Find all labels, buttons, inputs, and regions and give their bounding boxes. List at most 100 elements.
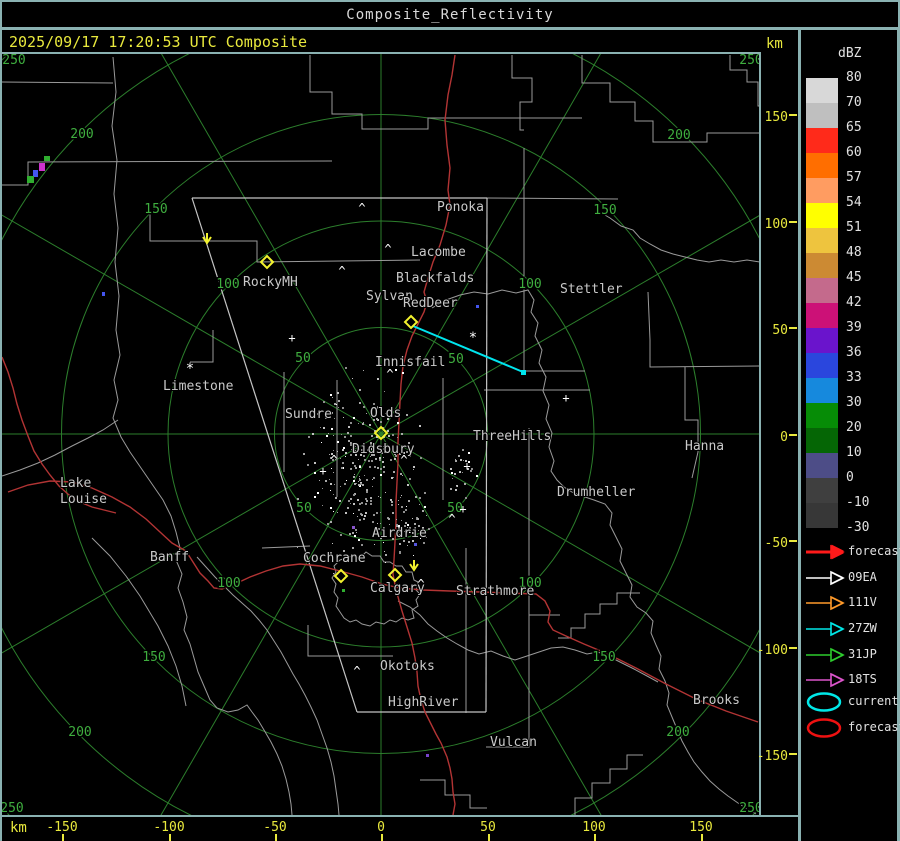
colorbar-block xyxy=(806,428,838,453)
reflectivity-speckle xyxy=(451,472,453,474)
reflectivity-speckle xyxy=(402,475,403,476)
bottom-axis-label: -100 xyxy=(153,820,185,835)
reflectivity-speckle xyxy=(419,504,420,505)
reflectivity-speckle xyxy=(471,468,473,470)
right-axis-label: 100 xyxy=(764,217,788,232)
reflectivity-speckle xyxy=(401,520,402,521)
reflectivity-speckle xyxy=(307,464,309,466)
reflectivity-speckle xyxy=(345,456,346,457)
reflectivity-speckle xyxy=(428,528,430,530)
reflectivity-speckle xyxy=(361,544,363,546)
range-ring-label: 250 xyxy=(739,801,759,815)
reflectivity-speckle xyxy=(358,481,359,482)
sidebar: dBZ 80 70 65 60 57 54 51 48 45 42 39 36 33 30 20 10 0 -10… xyxy=(801,30,900,841)
reflectivity-speckle xyxy=(359,478,360,479)
right-axis-label: 150 xyxy=(764,110,788,125)
reflectivity-speckle xyxy=(380,512,381,513)
reflectivity-speckle xyxy=(396,519,397,520)
reflectivity-speckle xyxy=(350,503,351,504)
city-label-threehills: ThreeHills xyxy=(473,429,551,444)
reflectivity-speckle xyxy=(402,372,404,374)
colorbar-block xyxy=(806,378,838,403)
colorbar-label: 57 xyxy=(846,170,862,185)
reflectivity-speckle xyxy=(348,426,350,428)
colorbar-block xyxy=(806,78,838,103)
reflectivity-speckle xyxy=(350,435,352,437)
legend-item-current[interactable]: current xyxy=(801,691,899,713)
legend-item-18TS[interactable]: 18TS xyxy=(801,669,897,691)
reflectivity-speckle xyxy=(415,496,417,498)
colorbar-block xyxy=(806,453,838,478)
right-axis-tick xyxy=(789,647,797,649)
reflectivity-speckle xyxy=(458,455,460,457)
reflectivity-speckle xyxy=(319,480,320,481)
reflectivity-echo xyxy=(414,543,417,546)
caret-marker: ^ xyxy=(417,577,424,591)
reflectivity-speckle xyxy=(408,500,410,502)
reflectivity-speckle xyxy=(419,497,421,499)
reflectivity-echo xyxy=(39,163,45,171)
title-bar[interactable]: Composite_Reflectivity xyxy=(2,2,898,27)
reflectivity-speckle xyxy=(384,551,385,552)
reflectivity-speckle xyxy=(388,518,390,520)
reflectivity-speckle xyxy=(333,573,334,574)
bottom-axis-tick xyxy=(62,834,64,841)
reflectivity-speckle xyxy=(333,511,334,512)
reflectivity-speckle xyxy=(420,457,422,459)
reflectivity-speckle xyxy=(327,523,329,525)
reflectivity-speckle xyxy=(349,533,351,535)
legend-item-31JP[interactable]: 31JP xyxy=(801,644,897,666)
legend-item-111V[interactable]: 111V xyxy=(801,592,897,614)
reflectivity-speckle xyxy=(424,492,426,494)
colorbar-block xyxy=(806,403,838,428)
reflectivity-speckle xyxy=(335,497,337,499)
reflectivity-speckle xyxy=(385,562,386,563)
reflectivity-speckle xyxy=(380,421,382,423)
reflectivity-speckle xyxy=(346,480,347,481)
legend-item-09EA[interactable]: 09EA xyxy=(801,567,897,589)
reflectivity-speckle xyxy=(342,449,344,451)
city-label-stettler: Stettler xyxy=(560,282,623,297)
legend-glyph xyxy=(806,544,845,560)
right-axis-label: -100 xyxy=(756,643,788,658)
reflectivity-speckle xyxy=(450,468,452,470)
reflectivity-speckle xyxy=(347,507,349,509)
colorbar-label: 30 xyxy=(846,395,862,410)
reflectivity-speckle xyxy=(383,466,385,468)
reflectivity-speckle xyxy=(345,452,347,454)
city-label-sundre: Sundre xyxy=(285,407,332,422)
reflectivity-speckle xyxy=(358,509,360,511)
reflectivity-speckle xyxy=(314,472,316,474)
colorbar-block xyxy=(806,303,838,328)
legend-item-27ZW[interactable]: 27ZW xyxy=(801,618,897,640)
reflectivity-speckle xyxy=(352,547,354,549)
reflectivity-speckle xyxy=(317,492,319,494)
legend-arrow-head xyxy=(830,672,845,688)
legend-item-forecast[interactable]: forecast xyxy=(801,541,900,563)
reflectivity-speckle xyxy=(364,459,366,461)
city-label-cochrane: Cochrane xyxy=(303,551,366,566)
radar-map[interactable]: 50 100 150 200 250 50 100 150 200 250 50 100 150 200 2… xyxy=(2,54,759,815)
reflectivity-speckle xyxy=(370,497,372,499)
reflectivity-speckle xyxy=(351,468,352,469)
legend-arrow-head xyxy=(830,595,845,611)
reflectivity-speckle xyxy=(423,542,425,544)
reflectivity-speckle xyxy=(371,435,373,437)
reflectivity-speckle xyxy=(322,488,323,489)
reflectivity-speckle xyxy=(462,449,464,451)
reflectivity-speckle xyxy=(368,460,370,462)
colorbar-block xyxy=(806,153,838,178)
colorbar-block xyxy=(806,203,838,228)
reflectivity-speckle xyxy=(353,494,355,496)
legend-glyph xyxy=(806,621,845,637)
reflectivity-speckle xyxy=(353,480,355,482)
city-label-olds: Olds xyxy=(370,406,401,421)
legend-glyph xyxy=(806,595,845,611)
range-ring-label: 150 xyxy=(142,650,165,665)
reflectivity-speckle xyxy=(321,442,322,443)
reflectivity-speckle xyxy=(314,462,316,464)
reflectivity-speckle xyxy=(400,497,401,498)
reflectivity-speckle xyxy=(391,501,393,503)
legend-item-forecast[interactable]: forecast xyxy=(801,717,900,739)
bottom-axis-tick xyxy=(169,834,171,841)
